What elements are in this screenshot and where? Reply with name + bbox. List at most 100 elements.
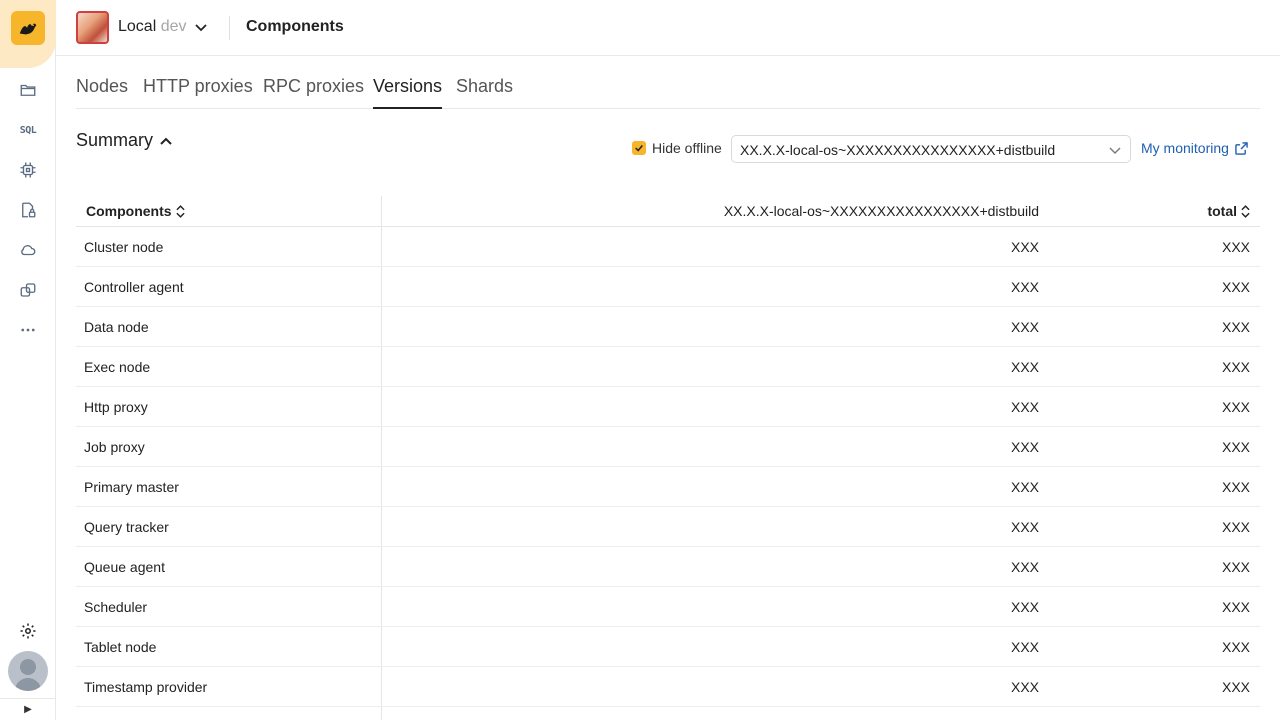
cell-version-count: XXX — [1010, 439, 1039, 455]
cell-total: XXX — [1221, 279, 1250, 295]
tab-http-proxies[interactable]: HTTP proxies — [143, 76, 253, 109]
cell-component: Query tracker — [84, 519, 169, 535]
cell-component: Controller agent — [84, 279, 184, 295]
table-row: Data node XXX XXX — [76, 307, 1260, 347]
lock-doc-icon[interactable] — [16, 198, 40, 222]
cluster-avatar[interactable] — [76, 11, 109, 44]
my-monitoring-label: My monitoring — [1141, 140, 1229, 156]
cloud-icon[interactable] — [16, 238, 40, 262]
tab-nodes[interactable]: Nodes — [76, 76, 128, 109]
my-monitoring-link[interactable]: My monitoring — [1141, 140, 1248, 156]
cell-total: XXX — [1221, 439, 1250, 455]
cell-component: Timestamp provider — [84, 679, 208, 695]
cell-total: XXX — [1221, 599, 1250, 615]
top-header: Local dev Components — [56, 0, 1280, 56]
cell-version-count: XXX — [1010, 399, 1039, 415]
table-row: Primary master XXX XXX — [76, 467, 1260, 507]
table-row: Tablet node XXX XXX — [76, 627, 1260, 667]
cell-version-count: XXX — [1010, 519, 1039, 535]
external-link-icon — [1235, 141, 1248, 155]
versions-table: Components XX.X.X-local-os~XXXXXXXXXXXXX… — [76, 196, 1260, 720]
tab-versions[interactable]: Versions — [373, 76, 443, 109]
sql-label: SQL — [19, 124, 37, 136]
cell-version-count: XXX — [1010, 319, 1039, 335]
tab-bar: Nodes HTTP proxies RPC proxies Versions … — [76, 66, 1260, 109]
cell-component: Cluster node — [84, 239, 164, 255]
cluster-selector[interactable]: Local dev — [118, 18, 187, 36]
sidebar: SQL ▶ — [0, 0, 56, 720]
table-row: Query tracker XXX XXX — [76, 507, 1260, 547]
cell-version-count: XXX — [1010, 679, 1039, 695]
header-total[interactable]: total — [1207, 203, 1250, 219]
header-components-label: Components — [86, 203, 172, 219]
hide-offline-control[interactable]: Hide offline — [632, 140, 722, 156]
cell-component: Job proxy — [84, 439, 145, 455]
logo-icon — [19, 23, 37, 35]
cell-total: XXX — [1221, 559, 1250, 575]
header-version-label: XX.X.X-local-os~XXXXXXXXXXXXXXXX+distbui… — [723, 203, 1039, 219]
table-row: Queue agent XXX XXX — [76, 547, 1260, 587]
table-row: Job proxy XXX XXX — [76, 427, 1260, 467]
sort-icon — [175, 204, 185, 218]
cell-component: Tablet node — [84, 639, 157, 655]
hide-offline-checkbox[interactable] — [632, 141, 646, 155]
cell-total: XXX — [1221, 399, 1250, 415]
table-row: Exec node XXX XXX — [76, 347, 1260, 387]
app-logo[interactable] — [11, 11, 45, 45]
logo-area — [0, 0, 56, 68]
checkmark-icon — [635, 145, 643, 152]
cell-version-count: XXX — [1010, 359, 1039, 375]
cell-component: Queue agent — [84, 559, 165, 575]
version-select[interactable]: XX.X.X-local-os~XXXXXXXXXXXXXXXX+distbui… — [731, 135, 1131, 163]
cluster-name: Local — [118, 18, 157, 35]
cell-total: XXX — [1221, 239, 1250, 255]
cell-component: Scheduler — [84, 599, 148, 615]
navigation-folder-icon[interactable] — [16, 78, 40, 102]
sort-icon — [1241, 204, 1250, 218]
cell-version-count: XXX — [1010, 479, 1039, 495]
table-row: Cluster node XXX XXX — [76, 227, 1260, 267]
cluster-env: dev — [160, 18, 187, 35]
table-header: Components XX.X.X-local-os~XXXXXXXXXXXXX… — [76, 196, 1260, 227]
header-total-label: total — [1207, 203, 1237, 219]
chip-icon[interactable] — [16, 158, 40, 182]
version-select-value: XX.X.X-local-os~XXXXXXXXXXXXXXXX+distbui… — [740, 142, 1056, 158]
cell-total: XXX — [1221, 679, 1250, 695]
sql-icon[interactable]: SQL — [16, 118, 40, 142]
hide-offline-label: Hide offline — [652, 140, 722, 156]
chevron-up-icon — [160, 137, 172, 145]
cell-total: XXX — [1221, 319, 1250, 335]
cell-component: Data node — [84, 319, 149, 335]
cell-version-count: XXX — [1010, 239, 1039, 255]
user-avatar[interactable] — [8, 651, 48, 691]
cell-component: Http proxy — [84, 399, 148, 415]
table-row: Controller agent XXX XXX — [76, 267, 1260, 307]
table-row: Http proxy XXX XXX — [76, 387, 1260, 427]
cell-total: XXX — [1221, 639, 1250, 655]
layers-icon[interactable] — [16, 278, 40, 302]
play-arrow-icon: ▶ — [24, 704, 32, 715]
expand-sidebar-button[interactable]: ▶ — [0, 698, 56, 720]
avatar-silhouette-icon — [14, 659, 42, 691]
summary-title: Summary — [76, 130, 154, 150]
cell-component: Exec node — [84, 359, 151, 375]
cell-version-count: XXX — [1010, 639, 1039, 655]
summary-toggle[interactable]: Summary — [76, 130, 173, 151]
cell-total: XXX — [1221, 479, 1250, 495]
chevron-down-icon — [1109, 147, 1121, 154]
more-icon[interactable] — [16, 318, 40, 342]
page-title: Components — [246, 18, 344, 35]
cell-total: XXX — [1221, 359, 1250, 375]
header-divider — [229, 16, 230, 40]
chevron-down-icon[interactable] — [194, 20, 208, 34]
cell-version-count: XXX — [1010, 559, 1039, 575]
cell-component: Primary master — [84, 479, 179, 495]
cell-version-count: XXX — [1010, 279, 1039, 295]
header-components[interactable]: Components — [86, 203, 185, 219]
cell-version-count: XXX — [1010, 599, 1039, 615]
header-version: XX.X.X-local-os~XXXXXXXXXXXXXXXX+distbui… — [724, 203, 1039, 219]
settings-gear-icon[interactable] — [16, 619, 40, 643]
table-row: Scheduler XXX XXX — [76, 587, 1260, 627]
tab-shards[interactable]: Shards — [456, 76, 513, 109]
tab-rpc-proxies[interactable]: RPC proxies — [263, 76, 364, 109]
